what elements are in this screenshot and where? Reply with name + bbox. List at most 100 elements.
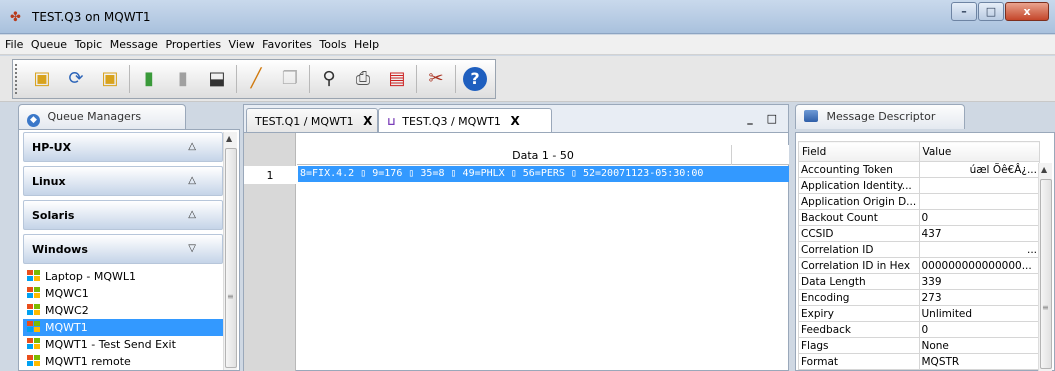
close-queue-button[interactable]: ▣ [95, 64, 125, 94]
queue-managers-scrollbar[interactable]: ▲ ≡ [223, 132, 237, 370]
queue-manager-item[interactable]: MQWT1 remote [23, 353, 223, 370]
toolbar-separator [236, 65, 237, 93]
descriptor-row[interactable]: Accounting Token úæl Õê€Â¿... [798, 161, 1040, 178]
queue-manager-item[interactable]: MQWC1 [23, 285, 223, 302]
scroll-up-icon[interactable]: ▲ [1041, 165, 1047, 174]
message-descriptor-icon [804, 110, 818, 122]
close-tab-icon[interactable]: X [510, 114, 519, 128]
descriptor-field: Correlation ID in Hex [798, 257, 920, 274]
tools-button[interactable]: ✂ [421, 64, 451, 94]
app-logo-icon: ✤ [10, 10, 21, 25]
find-button[interactable]: ⚲ [314, 64, 344, 94]
browse-button[interactable]: ▮ [134, 64, 164, 94]
menu-help[interactable]: Help [353, 35, 382, 51]
close-tab-icon[interactable]: X [363, 114, 372, 128]
column-header-value[interactable]: Value [918, 141, 1040, 162]
descriptor-value: 0 [918, 321, 1040, 338]
message-descriptor-scrollbar[interactable]: ▲ ≡ [1038, 163, 1052, 371]
tab-queue-managers[interactable]: ◆ Queue Managers [18, 104, 186, 129]
window-controls: – □ x [950, 2, 1049, 22]
queue-manager-item[interactable]: MQWT1 - Test Send Exit [23, 336, 223, 353]
descriptor-row[interactable]: Feedback 0 [798, 321, 1040, 338]
descriptor-row[interactable]: Correlation ID in Hex 000000000000000... [798, 257, 1040, 274]
descriptor-value: 0 [918, 209, 1040, 226]
extra-column-header [731, 145, 789, 165]
collapse-caret-icon: △ [188, 175, 196, 186]
row-number-gutter: 1 [244, 133, 296, 371]
help-icon: ? [463, 67, 487, 91]
put-button[interactable]: ⬓ [202, 64, 232, 94]
minimize-button[interactable]: – [951, 2, 977, 21]
descriptor-row[interactable]: Format MQSTR [798, 353, 1040, 370]
toolbar-separator [309, 65, 310, 93]
descriptor-value: 273 [918, 289, 1040, 306]
menu-view[interactable]: View [228, 35, 258, 51]
descriptor-row[interactable]: CCSID 437 [798, 225, 1040, 242]
tab-test-q3[interactable]: ⊔ TEST.Q3 / MQWT1 X [378, 108, 552, 133]
edit-icon: ╱ [250, 68, 262, 89]
menu-topic[interactable]: Topic [74, 35, 106, 51]
queue-manager-item-selected[interactable]: MQWT1 [23, 319, 223, 336]
get-button[interactable]: ▮ [168, 64, 198, 94]
refresh-button[interactable]: ⟳ [61, 64, 91, 94]
toolbar-grip[interactable] [15, 64, 21, 94]
scroll-thumb[interactable] [225, 148, 237, 368]
menu-file[interactable]: File [4, 35, 26, 51]
menu-favorites[interactable]: Favorites [261, 35, 315, 51]
descriptor-row[interactable]: Backout Count 0 [798, 209, 1040, 226]
tab-label: TEST.Q1 / MQWT1 [255, 115, 354, 128]
menu-properties[interactable]: Properties [164, 35, 224, 51]
descriptor-row[interactable]: Encoding 273 [798, 289, 1040, 306]
maximize-button[interactable]: □ [978, 2, 1004, 21]
tab-message-descriptor[interactable]: Message Descriptor [795, 104, 965, 129]
data-column-header[interactable]: Data 1 - 50 [297, 145, 789, 165]
queue-manager-label: MQWT1 remote [45, 355, 131, 368]
descriptor-value: 000000000000000... [918, 257, 1040, 274]
tab-test-q1[interactable]: TEST.Q1 / MQWT1 X [246, 108, 378, 133]
descriptor-row[interactable]: Correlation ID... [798, 241, 1040, 258]
scroll-thumb[interactable] [1040, 179, 1052, 369]
message-data-row[interactable]: 8=FIX.4.2 ▯ 9=176 ▯ 35=8 ▯ 49=PHLX ▯ 56=… [298, 166, 789, 182]
descriptor-value: úæl Õê€Â¿... [918, 161, 1040, 178]
descriptor-row[interactable]: Application Origin D... [798, 193, 1040, 210]
toolbar: ▣ ⟳ ▣ ▮ ▮ ⬓ ╱ ❐ ⚲ ⎙ ▤ ✂? [0, 56, 1055, 102]
pdf-icon: ▤ [388, 68, 406, 89]
queue-manager-item[interactable]: Laptop - MQWL1 [23, 268, 223, 285]
open-queue-button[interactable]: ▣ [27, 64, 57, 94]
descriptor-row[interactable]: Application Identity... [798, 177, 1040, 194]
pdf-button[interactable]: ▤ [382, 64, 412, 94]
editor-window-controls[interactable]: _ □ [747, 112, 782, 125]
column-header-label: Data 1 - 50 [512, 149, 574, 162]
descriptor-row[interactable]: Expiry Unlimited [798, 305, 1040, 322]
print-button[interactable]: ⎙ [348, 64, 378, 94]
title-bar: ✤ TEST.Q3 on MQWT1 – □ x [0, 0, 1055, 34]
open-queue-icon: ▣ [33, 68, 51, 89]
descriptor-row[interactable]: Data Length 339 [798, 273, 1040, 290]
help-button[interactable]: ? [460, 64, 490, 94]
group-windows[interactable]: Windows ▽ [23, 234, 223, 264]
descriptor-row[interactable]: Flags None [798, 337, 1040, 354]
close-button[interactable]: x [1005, 2, 1049, 21]
descriptor-field: Application Identity... [798, 177, 920, 194]
edit-button[interactable]: ╱ [241, 64, 271, 94]
queue-manager-item[interactable]: MQWC2 [23, 302, 223, 319]
tab-label: TEST.Q3 / MQWT1 [402, 115, 501, 128]
group-solaris[interactable]: Solaris △ [23, 200, 223, 230]
menu-tools[interactable]: Tools [318, 35, 349, 51]
get-icon: ▮ [178, 68, 188, 89]
descriptor-field: CCSID [798, 225, 920, 242]
scroll-up-icon[interactable]: ▲ [226, 134, 232, 143]
descriptor-field: Application Origin D... [798, 193, 920, 210]
message-descriptor-table: Field Value Accounting Token úæl Õê€Â¿...… [798, 141, 1040, 370]
copy-icon: ❐ [281, 68, 299, 89]
descriptor-field: Correlation ID [798, 241, 920, 258]
menu-queue[interactable]: Queue [30, 35, 70, 51]
column-header-field[interactable]: Field [798, 141, 920, 162]
group-hp-ux[interactable]: HP-UX △ [23, 132, 223, 162]
window-title: TEST.Q3 on MQWT1 [32, 10, 151, 24]
descriptor-field: Accounting Token [798, 161, 920, 178]
queue-managers-icon: ◆ [27, 114, 40, 127]
copy-button[interactable]: ❐ [275, 64, 305, 94]
group-linux[interactable]: Linux △ [23, 166, 223, 196]
menu-message[interactable]: Message [109, 35, 161, 51]
